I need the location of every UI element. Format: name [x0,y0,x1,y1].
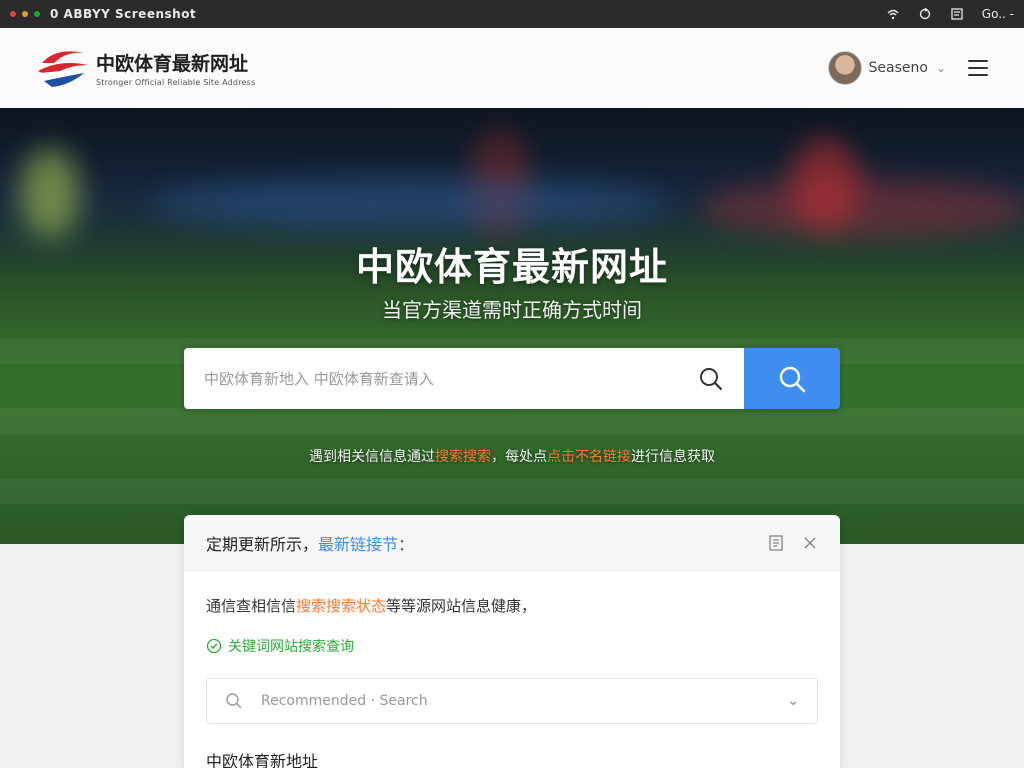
hint-text-1: 遇到相关信信息通过 [309,449,435,465]
brand-title: 中欧体育最新网址 [96,53,249,75]
desc-link[interactable]: 搜索搜索状态 [296,597,386,615]
chevron-down-icon[interactable]: ⌄ [787,693,799,709]
search-hint: 遇到相关信信息通过搜索搜索，每处点点击不名链接进行信息获取 [0,446,1024,466]
document-icon[interactable] [768,534,784,551]
card-description: 通信查相信信搜索搜索状态等等源网站信息健康， [206,595,818,616]
clock-text: Go.. - [981,7,1014,21]
close-dot-icon[interactable] [10,11,16,17]
hint-text-2: ，每处点 [491,449,547,465]
close-icon[interactable] [802,535,818,551]
hero-subtitle: 当官方渠道需时正确方式时间 [382,298,642,322]
desc-text-1: 通信查相信信 [206,597,297,615]
hint-link-2[interactable]: 点击不名链接 [547,449,631,465]
card-title: 定期更新所示，最新链接节： [206,531,414,555]
section-title: 中欧体育新地址 [206,752,319,768]
desc-text-2: 等等源网站信息健康， [386,597,537,615]
wifi-icon[interactable] [886,7,900,21]
info-card: 定期更新所示，最新链接节： 通信查相信信搜索搜索状态等等源网站信息健康， 关键词… [184,515,840,768]
search-field[interactable] [184,348,744,409]
hint-text-3: 进行信息获取 [631,449,715,465]
keyword-search-label: 关键词网站搜索查询 [228,639,354,655]
brand-subtitle: Stronger Official Reliable Site Address [96,78,256,87]
card-title-text: 定期更新所示， [206,534,319,554]
card-actions [768,534,818,551]
brand-text: 中欧体育最新网址 Stronger Official Reliable Site… [96,49,255,87]
search-icon [226,693,242,709]
card-header: 定期更新所示，最新链接节： [184,515,840,571]
sync-icon[interactable] [918,7,932,21]
card-body: 通信查相信信搜索搜索状态等等源网站信息健康， 关键词网站搜索查询 Recomme… [184,571,840,768]
minimize-dot-icon[interactable] [22,11,28,17]
search-input[interactable] [204,369,690,388]
search-icon[interactable] [698,366,724,392]
hamburger-menu-icon[interactable] [968,60,988,76]
hint-link-1[interactable]: 搜索搜索 [435,449,491,465]
keyword-search-link[interactable]: 关键词网站搜索查询 [206,636,818,656]
search-select-value: Recommended · Search [261,693,428,709]
brand-logo-icon[interactable] [36,43,90,93]
site-header: 中欧体育最新网址 Stronger Official Reliable Site… [0,28,1024,108]
window-controls[interactable] [10,11,40,17]
chevron-down-icon[interactable]: ⌄ [936,61,946,75]
search-button[interactable] [744,348,840,409]
hero-title: 中欧体育最新网址 [355,245,668,289]
check-circle-icon [206,638,222,654]
search-button-icon [779,366,806,392]
notes-icon[interactable] [950,7,964,21]
card-title-link[interactable]: 最新链接节 [318,535,398,554]
search-bar [184,348,840,409]
hero-banner: 中欧体育最新网址 当官方渠道需时正确方式时间 遇到相关信信息通过搜索搜索，每处点… [0,108,1024,544]
window-title: 0 ABBYY Screenshot [50,7,197,21]
search-select[interactable]: Recommended · Search ⌄ [206,678,818,724]
system-top-bar: 0 ABBYY Screenshot Go.. - [0,0,1024,28]
maximize-dot-icon[interactable] [34,11,40,17]
user-menu[interactable]: Seaseno ⌄ [827,51,988,85]
card-title-colon: ： [398,534,415,554]
user-name[interactable]: Seaseno [869,60,928,76]
avatar[interactable] [827,51,862,85]
